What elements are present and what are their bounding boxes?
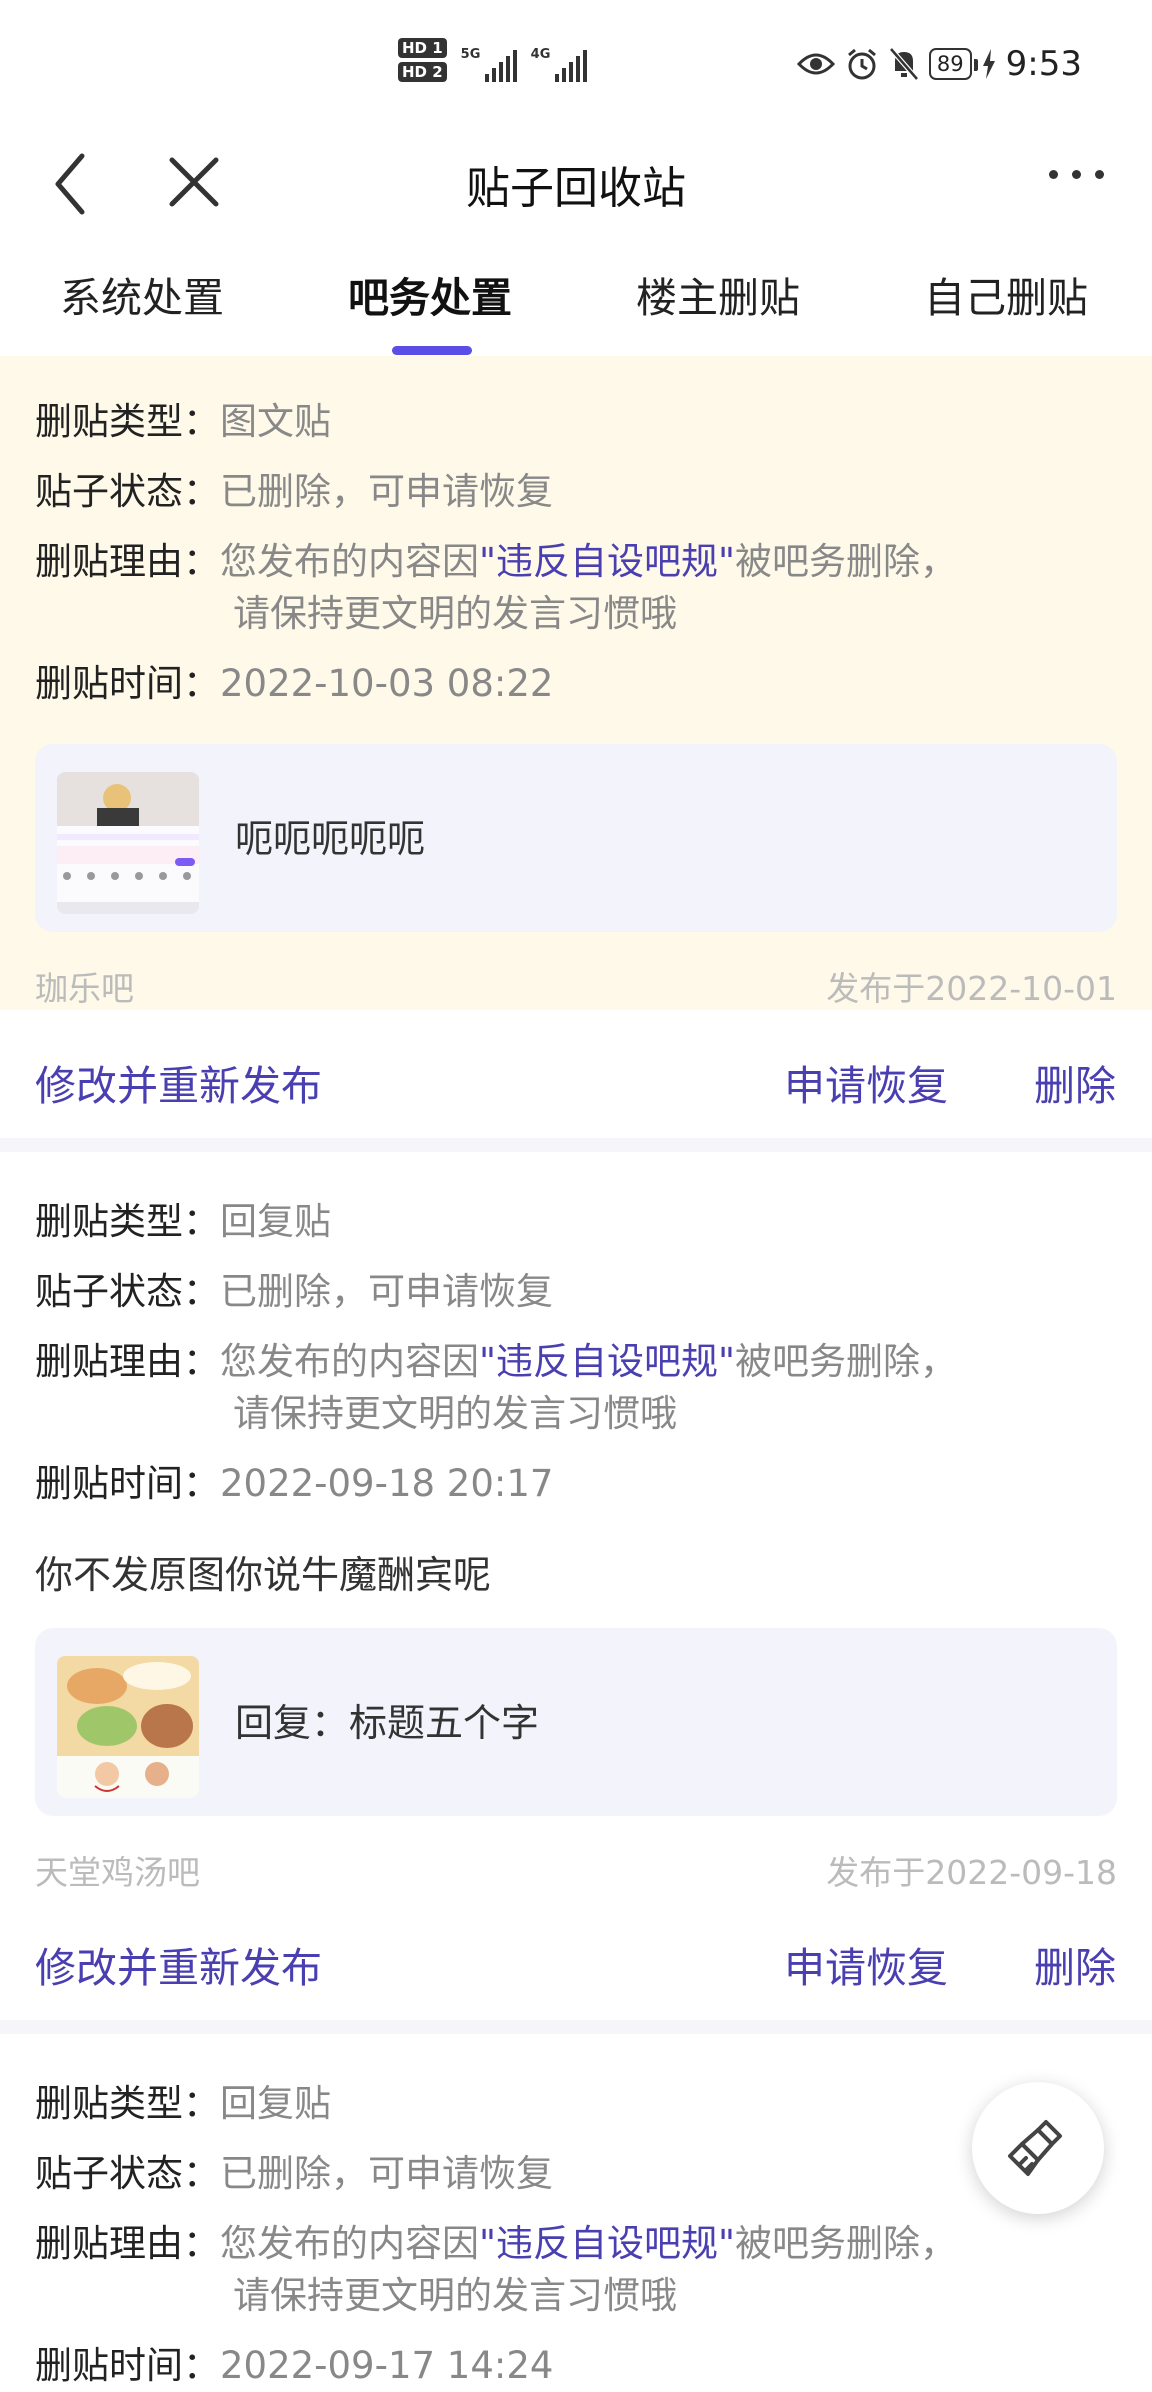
thread-title: 回复：标题五个字	[235, 1701, 540, 1745]
reason-suffix: 被吧务删除，	[735, 540, 958, 583]
thread-preview[interactable]: 回复：标题五个字	[35, 1628, 1117, 1816]
reason-line2: 请保持更文明的发言习惯哦	[233, 592, 677, 635]
battery-icon: 89	[928, 48, 978, 80]
restore-request-button[interactable]: 申请恢复	[784, 1934, 948, 1994]
status-bar: HD 1 HD 2 5G 4G 89 9:53	[0, 0, 1152, 130]
time-row: 删贴时间：2022-09-17 14:24	[35, 2340, 553, 2392]
hd1-badge: HD 1	[398, 38, 447, 58]
tab-bar: 系统处置 吧务处置 楼主删贴 自己删贴	[0, 250, 1152, 356]
type-label: 删贴类型：	[35, 400, 220, 443]
thread-thumbnail	[57, 1656, 199, 1798]
signal-5g-icon: 5G	[461, 46, 517, 82]
type-label: 删贴类型：	[35, 1200, 220, 1243]
status-row: 贴子状态：已删除，可申请恢复	[35, 466, 553, 518]
clear-all-button[interactable]	[972, 2082, 1104, 2214]
reason-keyword: "违反自设吧规"	[479, 2222, 736, 2265]
type-value: 图文贴	[220, 400, 331, 443]
reason-line2: 请保持更文明的发言习惯哦	[233, 1392, 677, 1435]
edit-republish-button[interactable]: 修改并重新发布	[35, 1934, 322, 1994]
alarm-icon	[847, 48, 876, 80]
tab-moderator[interactable]: 吧务处置	[348, 264, 512, 324]
type-row: 删贴类型：图文贴	[35, 396, 331, 448]
reason-label: 删贴理由：	[35, 540, 220, 583]
delete-button[interactable]: 删除	[1034, 1934, 1116, 1994]
reason-prefix: 您发布的内容因	[220, 1340, 479, 1383]
time-label: 删贴时间：	[35, 2344, 220, 2387]
reason-label: 删贴理由：	[35, 1340, 220, 1383]
time-row: 删贴时间：2022-09-18 20:17	[35, 1458, 553, 1510]
type-value: 回复贴	[220, 2082, 331, 2125]
charging-icon	[982, 49, 995, 79]
reason-suffix: 被吧务删除，	[735, 2222, 958, 2265]
status-row: 贴子状态：已删除，可申请恢复	[35, 1266, 553, 1318]
thread-thumbnail	[57, 772, 199, 914]
type-value: 回复贴	[220, 1200, 331, 1243]
tab-system[interactable]: 系统处置	[60, 264, 224, 324]
delete-button[interactable]: 删除	[1034, 1052, 1116, 1112]
status-right: 89 9:53	[796, 44, 1082, 84]
type-row: 删贴类型：回复贴	[35, 2078, 331, 2130]
thread-preview[interactable]: 呃呃呃呃呃	[35, 744, 1117, 932]
hd2-badge: HD 2	[398, 62, 447, 82]
restore-request-button[interactable]: 申请恢复	[784, 1052, 948, 1112]
reason-row: 删贴理由：您发布的内容因"违反自设吧规"被吧务删除， 请保持更文明的发言习惯哦	[35, 536, 957, 646]
reason-prefix: 您发布的内容因	[220, 2222, 479, 2265]
status-label: 贴子状态：	[35, 1270, 220, 1313]
time-value: 2022-09-18 20:17	[220, 1462, 554, 1505]
card-separator	[0, 1138, 1152, 1152]
broom-icon	[1008, 2120, 1062, 2176]
status-label: 贴子状态：	[35, 470, 220, 513]
reason-line2: 请保持更文明的发言习惯哦	[233, 2274, 677, 2317]
status-value: 已删除，可申请恢复	[220, 470, 553, 513]
type-label: 删贴类型：	[35, 2082, 220, 2125]
reason-row: 删贴理由：您发布的内容因"违反自设吧规"被吧务删除， 请保持更文明的发言习惯哦	[35, 1336, 957, 1446]
publish-date: 发布于2022-10-01	[826, 969, 1117, 1008]
reason-label: 删贴理由：	[35, 2222, 220, 2265]
status-row: 贴子状态：已删除，可申请恢复	[35, 2148, 553, 2200]
net1-label: 5G	[460, 47, 481, 62]
thread-title: 呃呃呃呃呃	[235, 817, 426, 861]
forum-name[interactable]: 珈乐吧	[35, 962, 134, 1010]
page-title: 贴子回收站	[466, 163, 686, 214]
tab-self[interactable]: 自己删贴	[924, 264, 1088, 324]
post-content: 你不发原图你说牛魔酬宾呢	[35, 1553, 492, 1597]
time-row: 删贴时间：2022-10-03 08:22	[35, 658, 553, 710]
reason-prefix: 您发布的内容因	[220, 540, 479, 583]
tab-owner[interactable]: 楼主删贴	[636, 264, 800, 324]
net2-label: 4G	[530, 47, 551, 62]
forum-name[interactable]: 天堂鸡汤吧	[35, 1846, 200, 1894]
time-value: 2022-10-03 08:22	[220, 662, 554, 705]
eye-icon	[796, 53, 835, 75]
reason-keyword: "违反自设吧规"	[479, 540, 736, 583]
signal-indicators: HD 1 HD 2 5G 4G	[398, 38, 587, 82]
time-label: 删贴时间：	[35, 662, 220, 705]
status-value: 已删除，可申请恢复	[220, 2152, 553, 2195]
time-value: 2022-09-17 14:24	[220, 2344, 554, 2387]
type-row: 删贴类型：回复贴	[35, 1196, 331, 1248]
clock: 9:53	[1005, 44, 1082, 84]
tab-indicator	[392, 346, 472, 355]
nav-bar: 贴子回收站	[0, 130, 1152, 240]
more-icon[interactable]	[1049, 170, 1104, 179]
reason-row: 删贴理由：您发布的内容因"违反自设吧规"被吧务删除， 请保持更文明的发言习惯哦	[35, 2218, 957, 2328]
card-separator	[0, 2020, 1152, 2034]
publish-date: 发布于2022-09-18	[826, 1853, 1117, 1892]
time-label: 删贴时间：	[35, 1462, 220, 1505]
reason-keyword: "违反自设吧规"	[479, 1340, 736, 1383]
status-value: 已删除，可申请恢复	[220, 1270, 553, 1313]
mute-icon	[889, 47, 919, 81]
edit-republish-button[interactable]: 修改并重新发布	[35, 1052, 322, 1112]
reason-suffix: 被吧务删除，	[735, 1340, 958, 1383]
hd-badges: HD 1 HD 2	[398, 38, 447, 82]
signal-4g-icon: 4G	[531, 46, 587, 82]
status-label: 贴子状态：	[35, 2152, 220, 2195]
